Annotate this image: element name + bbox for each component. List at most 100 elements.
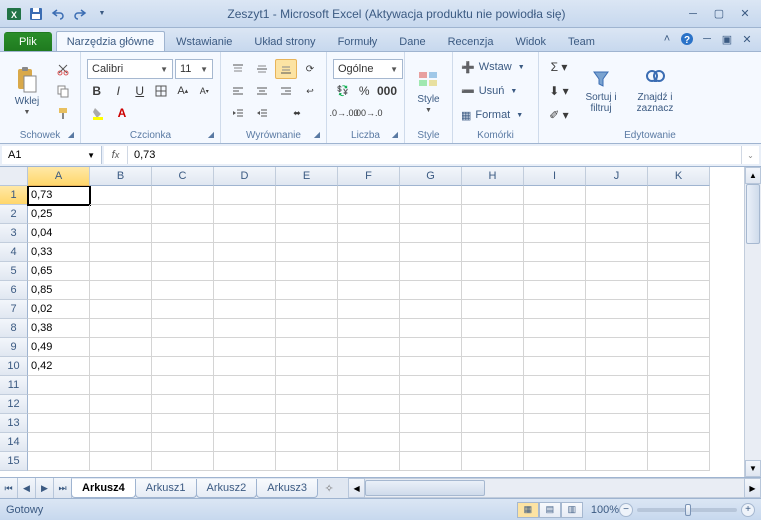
align-right-button[interactable] xyxy=(275,81,297,101)
row-header[interactable]: 5 xyxy=(0,262,28,281)
cell[interactable] xyxy=(276,433,338,452)
scroll-left-button[interactable]: ◀ xyxy=(348,478,365,498)
next-sheet-button[interactable]: ▶ xyxy=(36,478,54,498)
alignment-launcher-icon[interactable]: ◢ xyxy=(314,130,320,139)
align-top-button[interactable] xyxy=(227,59,249,79)
font-color-button[interactable]: A xyxy=(111,103,133,123)
horizontal-scrollbar[interactable]: ◀ ▶ xyxy=(348,478,761,498)
cell[interactable] xyxy=(152,300,214,319)
formula-input[interactable]: 0,73 xyxy=(128,149,741,161)
clipboard-launcher-icon[interactable]: ◢ xyxy=(68,130,74,139)
cell[interactable] xyxy=(214,262,276,281)
format-cells-button[interactable]: ▦Format▼ xyxy=(459,105,532,125)
cell[interactable] xyxy=(400,186,462,205)
column-header[interactable]: A xyxy=(28,167,90,186)
undo-icon[interactable] xyxy=(48,4,68,24)
cell[interactable] xyxy=(90,224,152,243)
tab-formuły[interactable]: Formuły xyxy=(327,31,389,51)
cell[interactable] xyxy=(338,376,400,395)
cell[interactable] xyxy=(28,433,90,452)
cell[interactable]: 0,42 xyxy=(28,357,90,376)
sheet-tab[interactable]: Arkusz3 xyxy=(256,479,318,498)
sheet-tab[interactable]: Arkusz1 xyxy=(135,479,197,498)
cell[interactable] xyxy=(90,243,152,262)
cell[interactable] xyxy=(586,300,648,319)
cell[interactable] xyxy=(586,205,648,224)
cell[interactable] xyxy=(400,300,462,319)
cell[interactable] xyxy=(524,376,586,395)
copy-button[interactable] xyxy=(52,81,74,101)
percent-button[interactable]: % xyxy=(355,81,375,101)
select-all-corner[interactable] xyxy=(0,167,28,186)
row-header[interactable]: 3 xyxy=(0,224,28,243)
normal-view-button[interactable]: ▦ xyxy=(517,502,539,518)
increase-decimal-button[interactable]: .0→.00 xyxy=(333,103,355,123)
cell[interactable] xyxy=(338,262,400,281)
column-header[interactable]: K xyxy=(648,167,710,186)
prev-sheet-button[interactable]: ◀ xyxy=(18,478,36,498)
decrease-indent-button[interactable] xyxy=(227,103,249,123)
cell[interactable] xyxy=(462,357,524,376)
cell[interactable] xyxy=(648,300,710,319)
cell[interactable] xyxy=(276,300,338,319)
hscroll-thumb[interactable] xyxy=(365,480,485,496)
cell[interactable]: 0,38 xyxy=(28,319,90,338)
underline-button[interactable]: U xyxy=(130,81,150,101)
zoom-level[interactable]: 100% xyxy=(591,504,619,516)
row-header[interactable]: 10 xyxy=(0,357,28,376)
orientation-button[interactable]: ⟳ xyxy=(299,59,321,79)
cell[interactable] xyxy=(462,224,524,243)
row-header[interactable]: 9 xyxy=(0,338,28,357)
cell[interactable] xyxy=(28,376,90,395)
cell[interactable] xyxy=(462,433,524,452)
zoom-out-button[interactable]: − xyxy=(619,503,633,517)
align-center-button[interactable] xyxy=(251,81,273,101)
tab-wstawianie[interactable]: Wstawianie xyxy=(165,31,243,51)
cell[interactable] xyxy=(152,395,214,414)
cell[interactable] xyxy=(90,338,152,357)
cell[interactable] xyxy=(276,262,338,281)
cell[interactable] xyxy=(400,433,462,452)
cell[interactable] xyxy=(276,205,338,224)
find-select-button[interactable]: Znajdź i zaznacz xyxy=(629,54,681,128)
cut-button[interactable] xyxy=(52,59,74,79)
cell[interactable] xyxy=(648,452,710,471)
cell[interactable] xyxy=(462,205,524,224)
sheet-tab[interactable]: Arkusz4 xyxy=(71,479,136,498)
cell[interactable] xyxy=(338,205,400,224)
cell[interactable] xyxy=(276,243,338,262)
cell[interactable] xyxy=(276,224,338,243)
excel-icon[interactable]: X xyxy=(4,4,24,24)
fx-button[interactable]: fx xyxy=(104,146,128,164)
styles-button[interactable]: Style ▼ xyxy=(411,54,446,128)
minimize-button[interactable]: ─ xyxy=(681,5,705,23)
cell[interactable] xyxy=(90,300,152,319)
window-close-icon[interactable]: ✕ xyxy=(739,31,755,47)
wrap-text-button[interactable]: ↩ xyxy=(299,81,321,101)
cell[interactable] xyxy=(586,452,648,471)
cell[interactable] xyxy=(152,376,214,395)
column-header[interactable]: F xyxy=(338,167,400,186)
cell[interactable]: 0,85 xyxy=(28,281,90,300)
column-header[interactable]: C xyxy=(152,167,214,186)
cell[interactable] xyxy=(400,243,462,262)
cell[interactable] xyxy=(338,243,400,262)
fill-button[interactable]: ⬇ ▾ xyxy=(545,81,573,101)
redo-icon[interactable] xyxy=(70,4,90,24)
cell[interactable] xyxy=(524,338,586,357)
column-header[interactable]: H xyxy=(462,167,524,186)
cell[interactable] xyxy=(90,205,152,224)
window-minimize-icon[interactable]: ─ xyxy=(699,31,715,47)
cell[interactable] xyxy=(90,262,152,281)
cell[interactable] xyxy=(152,205,214,224)
cell[interactable] xyxy=(338,300,400,319)
cell[interactable] xyxy=(90,376,152,395)
cell[interactable] xyxy=(152,319,214,338)
cell[interactable] xyxy=(586,433,648,452)
sort-filter-button[interactable]: Sortuj i filtruj xyxy=(577,54,625,128)
cell[interactable] xyxy=(462,281,524,300)
cell[interactable] xyxy=(214,300,276,319)
cell[interactable] xyxy=(28,395,90,414)
cell[interactable] xyxy=(152,452,214,471)
tab-file[interactable]: Plik xyxy=(4,32,52,51)
